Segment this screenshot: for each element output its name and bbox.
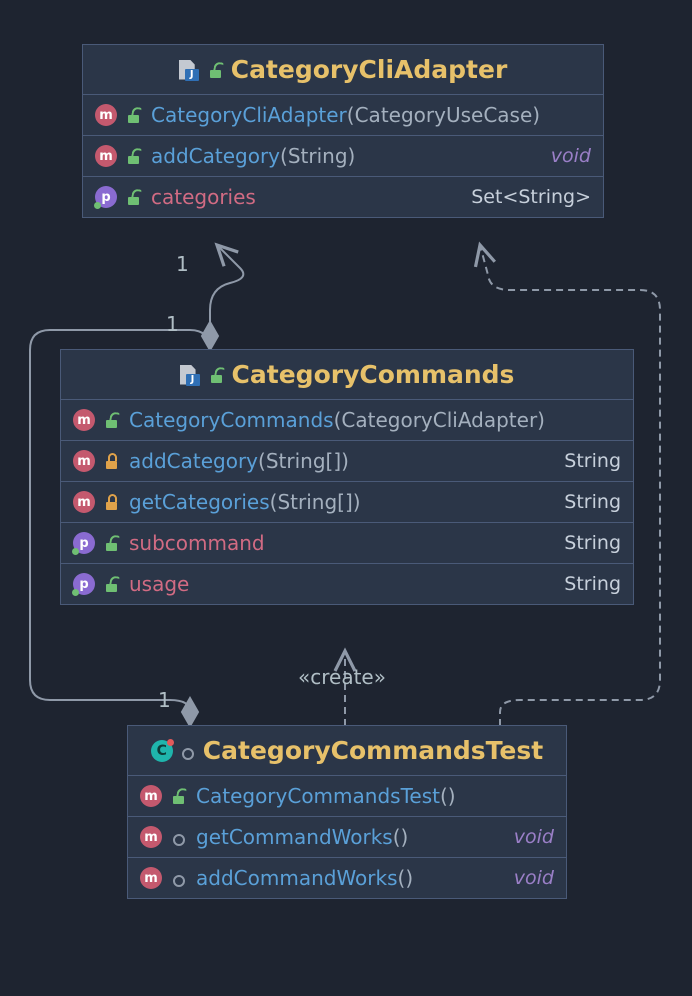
member-row: m CategoryCommandsTest()	[128, 776, 566, 816]
method-icon: m	[73, 409, 95, 431]
class-box-adapter: J CategoryCliAdapter m CategoryCliAdapte…	[82, 44, 604, 218]
member-row: m CategoryCommands(CategoryCliAdapter)	[61, 400, 633, 440]
unlock-icon	[105, 535, 119, 551]
method-icon: m	[95, 104, 117, 126]
lock-icon	[105, 494, 119, 510]
method-icon: m	[140, 826, 162, 848]
member-signature: categories	[151, 185, 461, 209]
member-signature: getCategories(String[])	[129, 490, 554, 514]
unlock-icon	[127, 107, 141, 123]
property-icon: p	[73, 573, 95, 595]
unlock-icon	[105, 412, 119, 428]
multiplicity-label: 1	[176, 252, 189, 276]
return-type: void	[514, 867, 554, 889]
method-icon: m	[140, 785, 162, 807]
unlock-icon	[172, 788, 186, 804]
multiplicity-label: 1	[166, 312, 179, 336]
class-name: CategoryCliAdapter	[231, 55, 508, 84]
return-type: String	[564, 450, 621, 472]
member-row: m CategoryCliAdapter(CategoryUseCase)	[83, 95, 603, 135]
member-row: p subcommand String	[61, 522, 633, 563]
member-signature: CategoryCommands(CategoryCliAdapter)	[129, 408, 621, 432]
member-signature: addCategory(String[])	[129, 449, 554, 473]
member-row: m getCommandWorks() void	[128, 816, 566, 857]
return-type: void	[551, 145, 591, 167]
member-row: m addCommandWorks() void	[128, 857, 566, 898]
class-title: J CategoryCliAdapter	[83, 45, 603, 95]
method-icon: m	[95, 145, 117, 167]
class-title: J CategoryCommands	[61, 350, 633, 400]
unlock-icon	[209, 62, 223, 78]
package-visibility-icon	[172, 832, 186, 844]
return-type: String	[564, 532, 621, 554]
method-icon: m	[73, 491, 95, 513]
return-type: String	[564, 491, 621, 513]
member-signature: CategoryCliAdapter(CategoryUseCase)	[151, 103, 591, 127]
member-row: m addCategory(String[]) String	[61, 440, 633, 481]
stereotype-label: «create»	[298, 665, 386, 689]
unlock-icon	[210, 367, 224, 383]
property-icon: p	[95, 186, 117, 208]
member-signature: subcommand	[129, 531, 554, 555]
member-signature: usage	[129, 572, 554, 596]
member-signature: CategoryCommandsTest()	[196, 784, 554, 808]
package-visibility-icon	[172, 873, 186, 885]
class-name: CategoryCommandsTest	[203, 736, 543, 765]
member-signature: getCommandWorks()	[196, 825, 504, 849]
class-box-commands: J CategoryCommands m CategoryCommands(Ca…	[60, 349, 634, 605]
class-box-test: C CategoryCommandsTest m CategoryCommand…	[127, 725, 567, 899]
return-type: Set<String>	[471, 186, 591, 208]
member-row: m addCategory(String) void	[83, 135, 603, 176]
return-type: void	[514, 826, 554, 848]
test-class-icon: C	[151, 740, 173, 762]
package-visibility-icon	[181, 746, 195, 758]
method-icon: m	[73, 450, 95, 472]
member-signature: addCategory(String)	[151, 144, 541, 168]
property-icon: p	[73, 532, 95, 554]
members-section: m CategoryCliAdapter(CategoryUseCase) m …	[83, 95, 603, 217]
method-icon: m	[140, 867, 162, 889]
java-file-icon: J	[180, 364, 202, 386]
member-row: m getCategories(String[]) String	[61, 481, 633, 522]
class-name: CategoryCommands	[232, 360, 515, 389]
multiplicity-label: 1	[158, 688, 171, 712]
unlock-icon	[127, 148, 141, 164]
unlock-icon	[127, 189, 141, 205]
member-row: p usage String	[61, 563, 633, 604]
class-title: C CategoryCommandsTest	[128, 726, 566, 776]
member-row: p categories Set<String>	[83, 176, 603, 217]
java-file-icon: J	[179, 59, 201, 81]
return-type: String	[564, 573, 621, 595]
unlock-icon	[105, 576, 119, 592]
member-signature: addCommandWorks()	[196, 866, 504, 890]
lock-icon	[105, 453, 119, 469]
members-section: m CategoryCommandsTest() m getCommandWor…	[128, 776, 566, 898]
members-section: m CategoryCommands(CategoryCliAdapter) m…	[61, 400, 633, 604]
